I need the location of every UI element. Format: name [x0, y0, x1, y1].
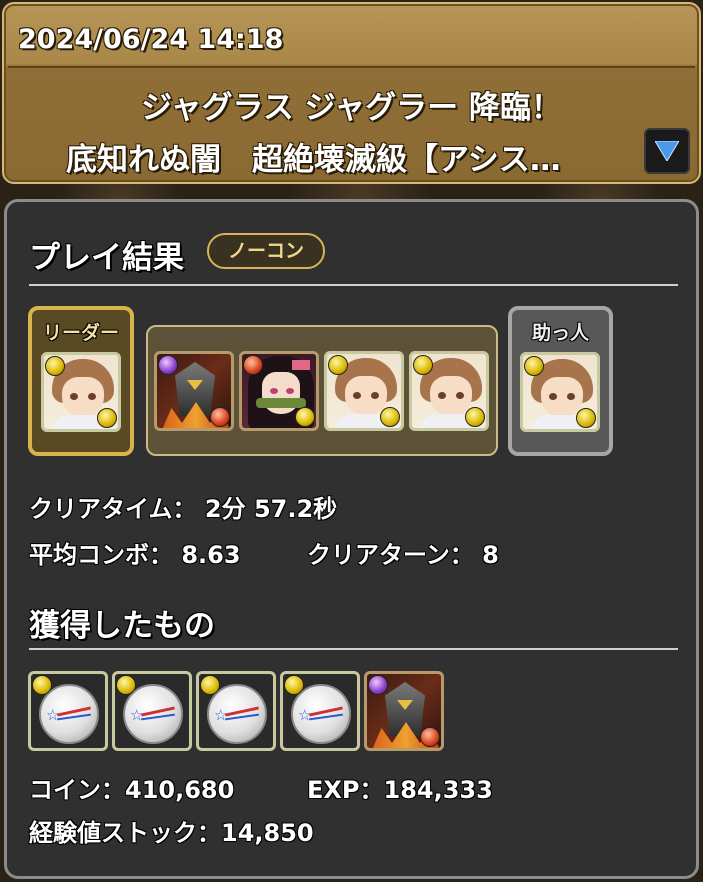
clear-turn-label: クリアターン： — [307, 541, 474, 569]
result-panel: プレイ結果 ノーコン リーダー 助っ人 クリアタイム： 2分 57.2秒 平均コ… — [4, 199, 699, 879]
leader-label: リーダー — [42, 322, 119, 344]
reward-orb-3[interactable]: ☆ — [196, 671, 276, 751]
quest-header: 2024/06/24 14:18 ジャグラス ジャグラー 降臨！ 底知れぬ闇 超… — [2, 2, 701, 184]
no-continue-badge: ノーコン — [207, 233, 325, 269]
exp-value: 184,333 — [383, 776, 493, 804]
reward-orb-4[interactable]: ☆ — [280, 671, 360, 751]
light-attribute-icon — [576, 408, 596, 428]
leader-card[interactable] — [41, 352, 121, 432]
reward-orb-2[interactable]: ☆ — [112, 671, 192, 751]
star-icon: ☆ — [46, 706, 60, 724]
helper-label: 助っ人 — [531, 322, 589, 344]
light-attribute-icon — [200, 675, 220, 695]
light-attribute-icon — [328, 355, 348, 375]
light-attribute-icon — [45, 356, 65, 376]
section-divider — [29, 284, 678, 286]
star-icon: ☆ — [298, 706, 312, 724]
sub-team-slot — [146, 325, 498, 456]
triangle-down-icon — [655, 141, 679, 161]
sub-card-3[interactable] — [324, 351, 404, 431]
exp-stock-label: 経験値ストック： — [29, 819, 221, 847]
light-attribute-icon — [380, 407, 400, 427]
dark-attribute-icon — [158, 355, 178, 375]
expand-button[interactable] — [644, 128, 690, 174]
helper-card[interactable] — [520, 352, 600, 432]
leader-slot: リーダー — [28, 306, 134, 456]
header-divider — [8, 66, 695, 68]
clear-turn-value: 8 — [482, 541, 499, 569]
clear-time-row: クリアタイム： 2分 57.2秒 — [29, 489, 337, 524]
clear-time-value: 2分 57.2秒 — [204, 495, 338, 523]
star-icon: ☆ — [214, 706, 228, 724]
play-result-title: プレイ結果 — [29, 240, 184, 276]
light-attribute-icon — [524, 356, 544, 376]
reward-orb-1[interactable]: ☆ — [28, 671, 108, 751]
star-icon: ☆ — [130, 706, 144, 724]
section-divider — [29, 648, 678, 650]
reward-monster[interactable] — [364, 671, 444, 751]
coin-value: 410,680 — [125, 776, 235, 804]
light-attribute-icon — [116, 675, 136, 695]
light-attribute-icon — [465, 407, 485, 427]
quest-title: ジャグラス ジャグラー 降臨！ — [141, 90, 562, 126]
clear-turn-row: クリアターン： 8 — [307, 535, 499, 570]
fire-attribute-icon — [243, 355, 263, 375]
avg-combo-value: 8.63 — [181, 541, 241, 569]
helper-slot: 助っ人 — [508, 306, 613, 456]
light-attribute-icon — [284, 675, 304, 695]
clear-time-label: クリアタイム： — [29, 495, 197, 523]
coin-row: コイン：410,680 — [29, 770, 234, 805]
dark-attribute-icon — [368, 675, 388, 695]
fire-attribute-icon — [420, 727, 440, 747]
quest-subtitle: 底知れぬ闇 超絶壊滅級【アシス… — [66, 142, 561, 178]
light-attribute-icon — [295, 407, 315, 427]
rewards-title: 獲得したもの — [29, 608, 215, 644]
light-attribute-icon — [32, 675, 52, 695]
coin-label: コイン： — [29, 776, 125, 804]
sub-card-4[interactable] — [409, 351, 489, 431]
sub-card-2[interactable] — [239, 351, 319, 431]
sub-card-1[interactable] — [154, 351, 234, 431]
avg-combo-row: 平均コンボ： 8.63 — [29, 535, 241, 570]
exp-label: EXP： — [307, 776, 384, 804]
avg-combo-label: 平均コンボ： — [29, 541, 173, 569]
exp-stock-value: 14,850 — [221, 819, 314, 847]
exp-row: EXP：184,333 — [307, 770, 493, 805]
light-attribute-icon — [413, 355, 433, 375]
fire-attribute-icon — [210, 407, 230, 427]
light-attribute-icon — [97, 408, 117, 428]
exp-stock-row: 経験値ストック：14,850 — [29, 813, 314, 848]
datetime: 2024/06/24 14:18 — [18, 24, 284, 55]
